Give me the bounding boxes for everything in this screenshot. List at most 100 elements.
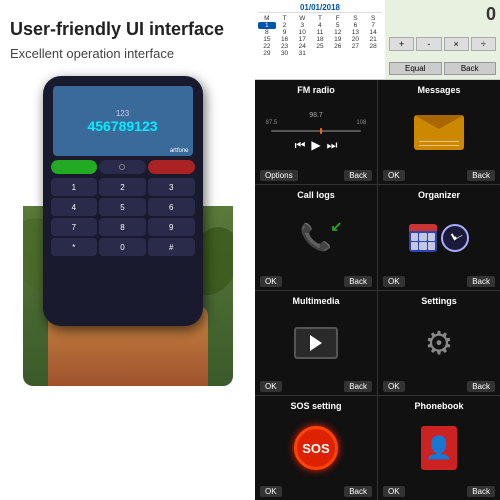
fm-prev-icon[interactable]: ⏮ bbox=[295, 138, 306, 153]
organizer-back-button[interactable]: Back bbox=[467, 276, 495, 287]
key-7[interactable]: 7 bbox=[51, 218, 98, 236]
key-5[interactable]: 5 bbox=[99, 198, 146, 216]
calc-bottom-row: Equal Back bbox=[389, 62, 496, 75]
app-settings[interactable]: Settings ⚙ OK Back bbox=[378, 291, 500, 395]
person-icon: 👤 bbox=[425, 435, 452, 461]
multimedia-back-button[interactable]: Back bbox=[344, 381, 372, 392]
right-section: 01/01/2018 MTWTFSS 1 234567 891011121314… bbox=[255, 0, 500, 500]
calendar-grid: 1 234567 891011121314 15161718192021 222… bbox=[258, 22, 382, 57]
multimedia-title: Multimedia bbox=[260, 296, 372, 306]
app-messages[interactable]: Messages OK Back bbox=[378, 80, 500, 184]
key-0[interactable]: 0 bbox=[99, 238, 146, 256]
fm-play-icon[interactable]: ▶ bbox=[311, 138, 320, 153]
calc-back-button[interactable]: Back bbox=[444, 62, 497, 75]
cal-day-today: 1 bbox=[258, 22, 276, 29]
messages-footer: OK Back bbox=[383, 170, 495, 181]
phone-brand: artfone bbox=[170, 148, 189, 154]
key-4[interactable]: 4 bbox=[51, 198, 98, 216]
call-logs-title: Call logs bbox=[260, 190, 372, 200]
call-logs-ok-button[interactable]: OK bbox=[260, 276, 282, 287]
key-star[interactable]: * bbox=[51, 238, 98, 256]
key-9[interactable]: 9 bbox=[148, 218, 195, 236]
multimedia-footer: OK Back bbox=[260, 381, 372, 392]
tv-icon bbox=[294, 327, 338, 359]
key-6[interactable]: 6 bbox=[148, 198, 195, 216]
fm-controls: ⏮ ▶ ⏭ bbox=[295, 138, 338, 153]
call-logs-back-button[interactable]: Back bbox=[344, 276, 372, 287]
settings-icon-area: ⚙ bbox=[383, 306, 495, 381]
calendar-title: 01/01/2018 bbox=[258, 3, 382, 13]
calc-plus[interactable]: + bbox=[389, 37, 414, 51]
phone-number-display: 456789123 bbox=[87, 118, 157, 134]
multimedia-ok-button[interactable]: OK bbox=[260, 381, 282, 392]
mini-calendar-icon bbox=[409, 224, 437, 252]
key-1[interactable]: 1 bbox=[51, 178, 98, 196]
messages-back-button[interactable]: Back bbox=[467, 170, 495, 181]
fm-next-icon[interactable]: ⏭ bbox=[327, 138, 338, 153]
calc-equal-button[interactable]: Equal bbox=[389, 62, 442, 75]
fm-back-button[interactable]: Back bbox=[344, 170, 372, 181]
app-call-logs[interactable]: Call logs 📞 ↙ OK Back bbox=[255, 185, 377, 289]
sos-footer: OK Back bbox=[260, 486, 372, 497]
phonebook-title: Phonebook bbox=[383, 401, 495, 411]
settings-ok-button[interactable]: OK bbox=[383, 381, 405, 392]
app-grid: FM radio 98.7 87.5 108 ⏮ ▶ ⏭ bbox=[255, 80, 500, 500]
left-section: User-friendly UI interface Excellent ope… bbox=[0, 0, 255, 500]
phone-center-key[interactable] bbox=[99, 160, 146, 174]
fm-radio-footer: Options Back bbox=[260, 170, 372, 181]
app-sos[interactable]: SOS setting SOS OK Back bbox=[255, 396, 377, 500]
phone-call-key[interactable] bbox=[51, 160, 98, 174]
phonebook-icon-area: 👤 bbox=[383, 411, 495, 486]
phonebook-back-button[interactable]: Back bbox=[467, 486, 495, 497]
phone-screen-top: 123 bbox=[116, 109, 129, 118]
key-hash[interactable]: # bbox=[148, 238, 195, 256]
fm-radio-icon-area: 98.7 87.5 108 ⏮ ▶ ⏭ bbox=[260, 95, 372, 170]
calculator-widget: 0 + - × ÷ Equal Back bbox=[385, 0, 500, 79]
fm-frequency: 98.7 bbox=[309, 112, 323, 119]
fm-range-high: 108 bbox=[356, 120, 366, 126]
app-organizer[interactable]: Organizer bbox=[378, 185, 500, 289]
top-row: 01/01/2018 MTWTFSS 1 234567 891011121314… bbox=[255, 0, 500, 80]
key-3[interactable]: 3 bbox=[148, 178, 195, 196]
messages-ok-button[interactable]: OK bbox=[383, 170, 405, 181]
envelope-icon bbox=[414, 115, 464, 150]
organizer-footer: OK Back bbox=[383, 276, 495, 287]
phone-keypad: 1 2 3 4 5 6 7 8 9 * 0 # bbox=[51, 178, 195, 256]
calendar-days-header: MTWTFSS bbox=[258, 15, 382, 22]
messages-title: Messages bbox=[383, 85, 495, 95]
fm-radio-title: FM radio bbox=[260, 85, 372, 95]
calc-divide[interactable]: ÷ bbox=[471, 37, 496, 51]
sos-back-button[interactable]: Back bbox=[344, 486, 372, 497]
phonebook-icon: 👤 bbox=[421, 426, 457, 470]
phonebook-footer: OK Back bbox=[383, 486, 495, 497]
multimedia-icon-area bbox=[260, 306, 372, 381]
call-logs-icon-area: 📞 ↙ bbox=[260, 200, 372, 275]
settings-back-button[interactable]: Back bbox=[467, 381, 495, 392]
settings-footer: OK Back bbox=[383, 381, 495, 392]
calc-multiply[interactable]: × bbox=[444, 37, 469, 51]
sos-title: SOS setting bbox=[260, 401, 372, 411]
app-multimedia[interactable]: Multimedia OK Back bbox=[255, 291, 377, 395]
phonebook-ok-button[interactable]: OK bbox=[383, 486, 405, 497]
gear-icon: ⚙ bbox=[425, 324, 454, 362]
key-2[interactable]: 2 bbox=[99, 178, 146, 196]
key-8[interactable]: 8 bbox=[99, 218, 146, 236]
phone-end-key[interactable] bbox=[148, 160, 195, 174]
calc-minus[interactable]: - bbox=[416, 37, 441, 51]
fm-options-button[interactable]: Options bbox=[260, 170, 298, 181]
app-fm-radio[interactable]: FM radio 98.7 87.5 108 ⏮ ▶ ⏭ bbox=[255, 80, 377, 184]
play-icon bbox=[310, 335, 322, 351]
organizer-ok-button[interactable]: OK bbox=[383, 276, 405, 287]
messages-icon-area bbox=[383, 95, 495, 170]
sos-ok-button[interactable]: OK bbox=[260, 486, 282, 497]
calc-ops-row: + - × ÷ bbox=[389, 37, 496, 51]
organizer-icon-area bbox=[383, 200, 495, 275]
sos-icon-area: SOS bbox=[260, 411, 372, 486]
clock-icon bbox=[441, 224, 469, 252]
app-phonebook[interactable]: Phonebook 👤 OK Back bbox=[378, 396, 500, 500]
sos-icon: SOS bbox=[294, 426, 338, 470]
call-icon: 📞 ↙ bbox=[300, 222, 332, 253]
call-logs-footer: OK Back bbox=[260, 276, 372, 287]
fm-range-low: 87.5 bbox=[266, 120, 278, 126]
calendar-widget: 01/01/2018 MTWTFSS 1 234567 891011121314… bbox=[255, 0, 385, 79]
